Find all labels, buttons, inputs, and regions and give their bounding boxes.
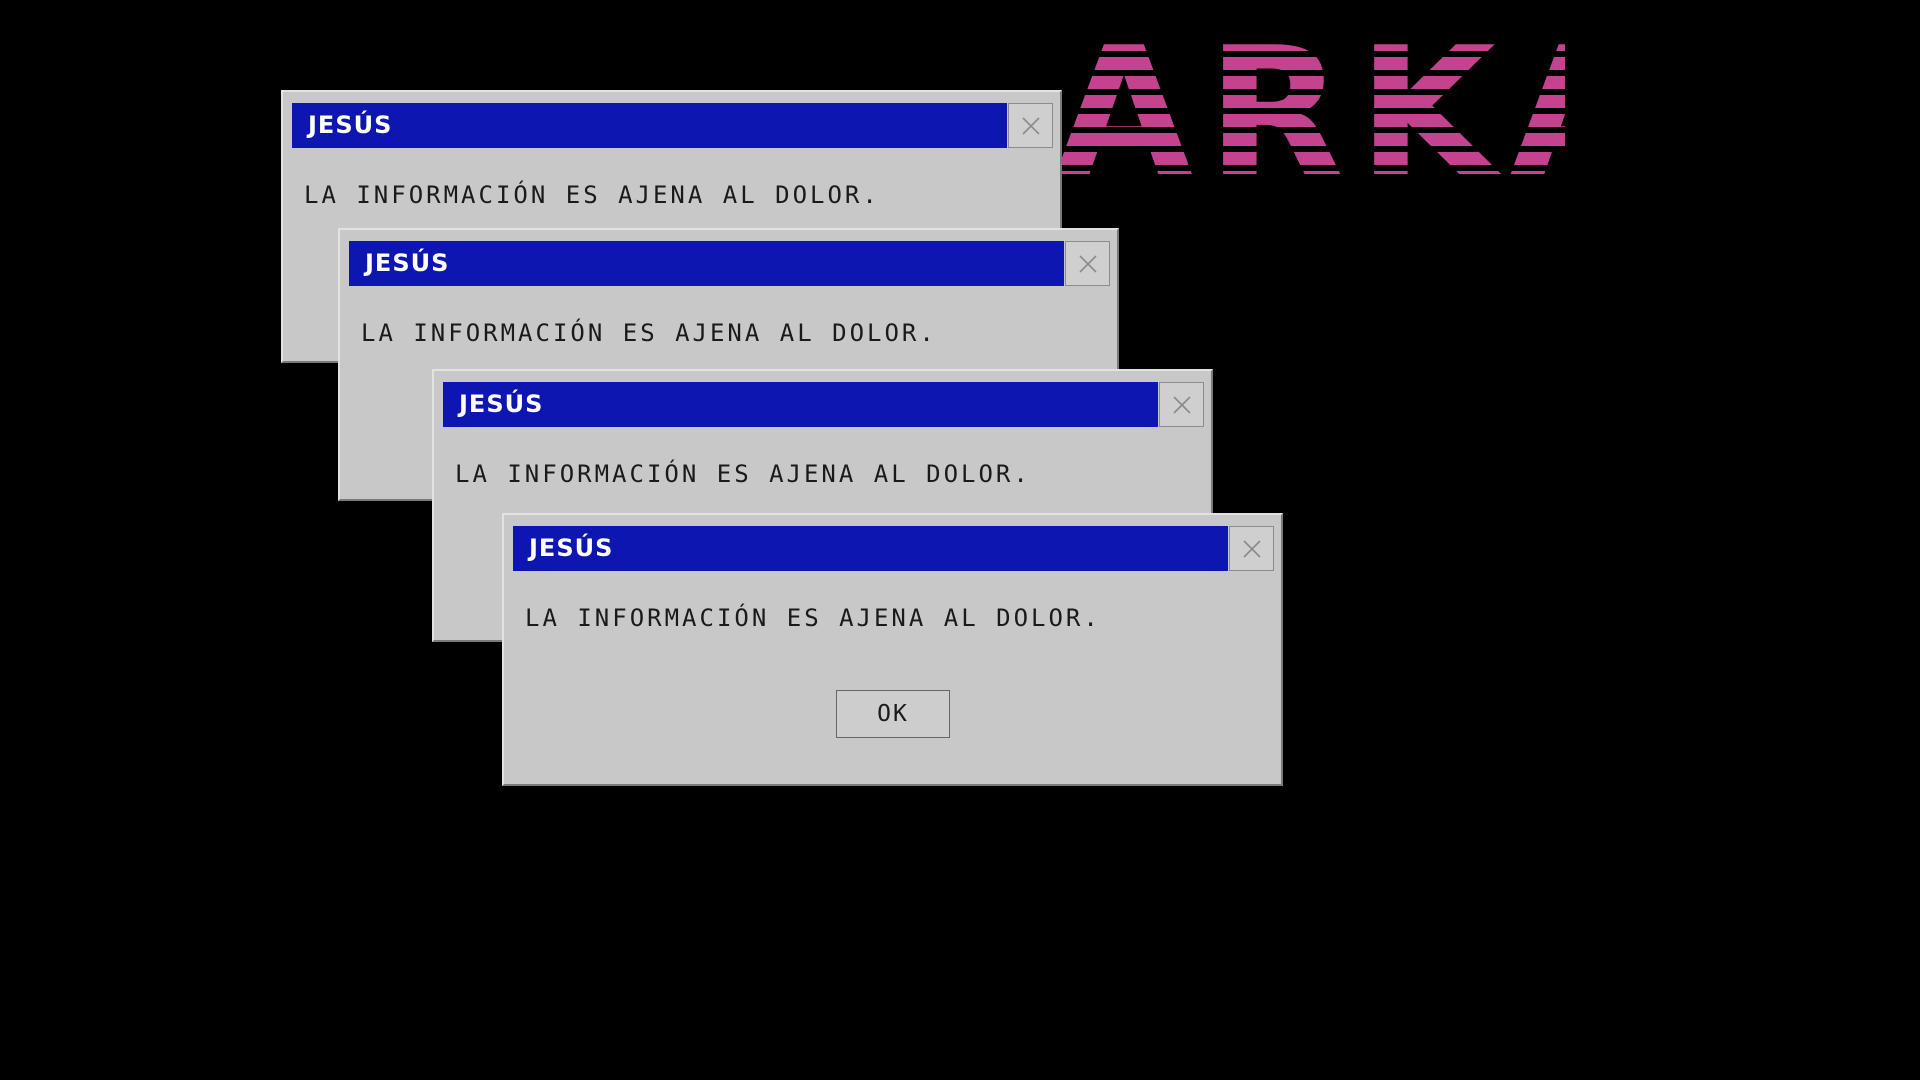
dialog-title: JESÚS	[308, 111, 393, 139]
dialog-title: JESÚS	[529, 534, 614, 562]
close-button[interactable]	[1229, 526, 1274, 571]
arka-logo: ARKA	[1055, 38, 1565, 188]
close-button[interactable]	[1008, 103, 1053, 148]
desktop-background: ARKA JESÚS LA INFORMACIÓN ES AJENA AL DO…	[0, 0, 1920, 1080]
close-icon	[1021, 116, 1040, 135]
ok-button[interactable]: OK	[836, 690, 950, 738]
message-dialog-front: JESÚS LA INFORMACIÓN ES AJENA AL DOLOR. …	[502, 513, 1283, 786]
close-icon	[1242, 539, 1261, 558]
dialog-message: LA INFORMACIÓN ES AJENA AL DOLOR.	[361, 319, 937, 347]
dialog-message: LA INFORMACIÓN ES AJENA AL DOLOR.	[525, 604, 1101, 632]
dialog-message: LA INFORMACIÓN ES AJENA AL DOLOR.	[304, 181, 880, 209]
dialog-titlebar[interactable]: JESÚS	[292, 103, 1007, 148]
close-button[interactable]	[1065, 241, 1110, 286]
dialog-title: JESÚS	[459, 390, 544, 418]
dialog-titlebar[interactable]: JESÚS	[513, 526, 1228, 571]
dialog-titlebar[interactable]: JESÚS	[349, 241, 1064, 286]
close-button[interactable]	[1159, 382, 1204, 427]
dialog-title: JESÚS	[365, 249, 450, 277]
dialog-message: LA INFORMACIÓN ES AJENA AL DOLOR.	[455, 460, 1031, 488]
close-icon	[1172, 395, 1191, 414]
close-icon	[1078, 254, 1097, 273]
dialog-titlebar[interactable]: JESÚS	[443, 382, 1158, 427]
